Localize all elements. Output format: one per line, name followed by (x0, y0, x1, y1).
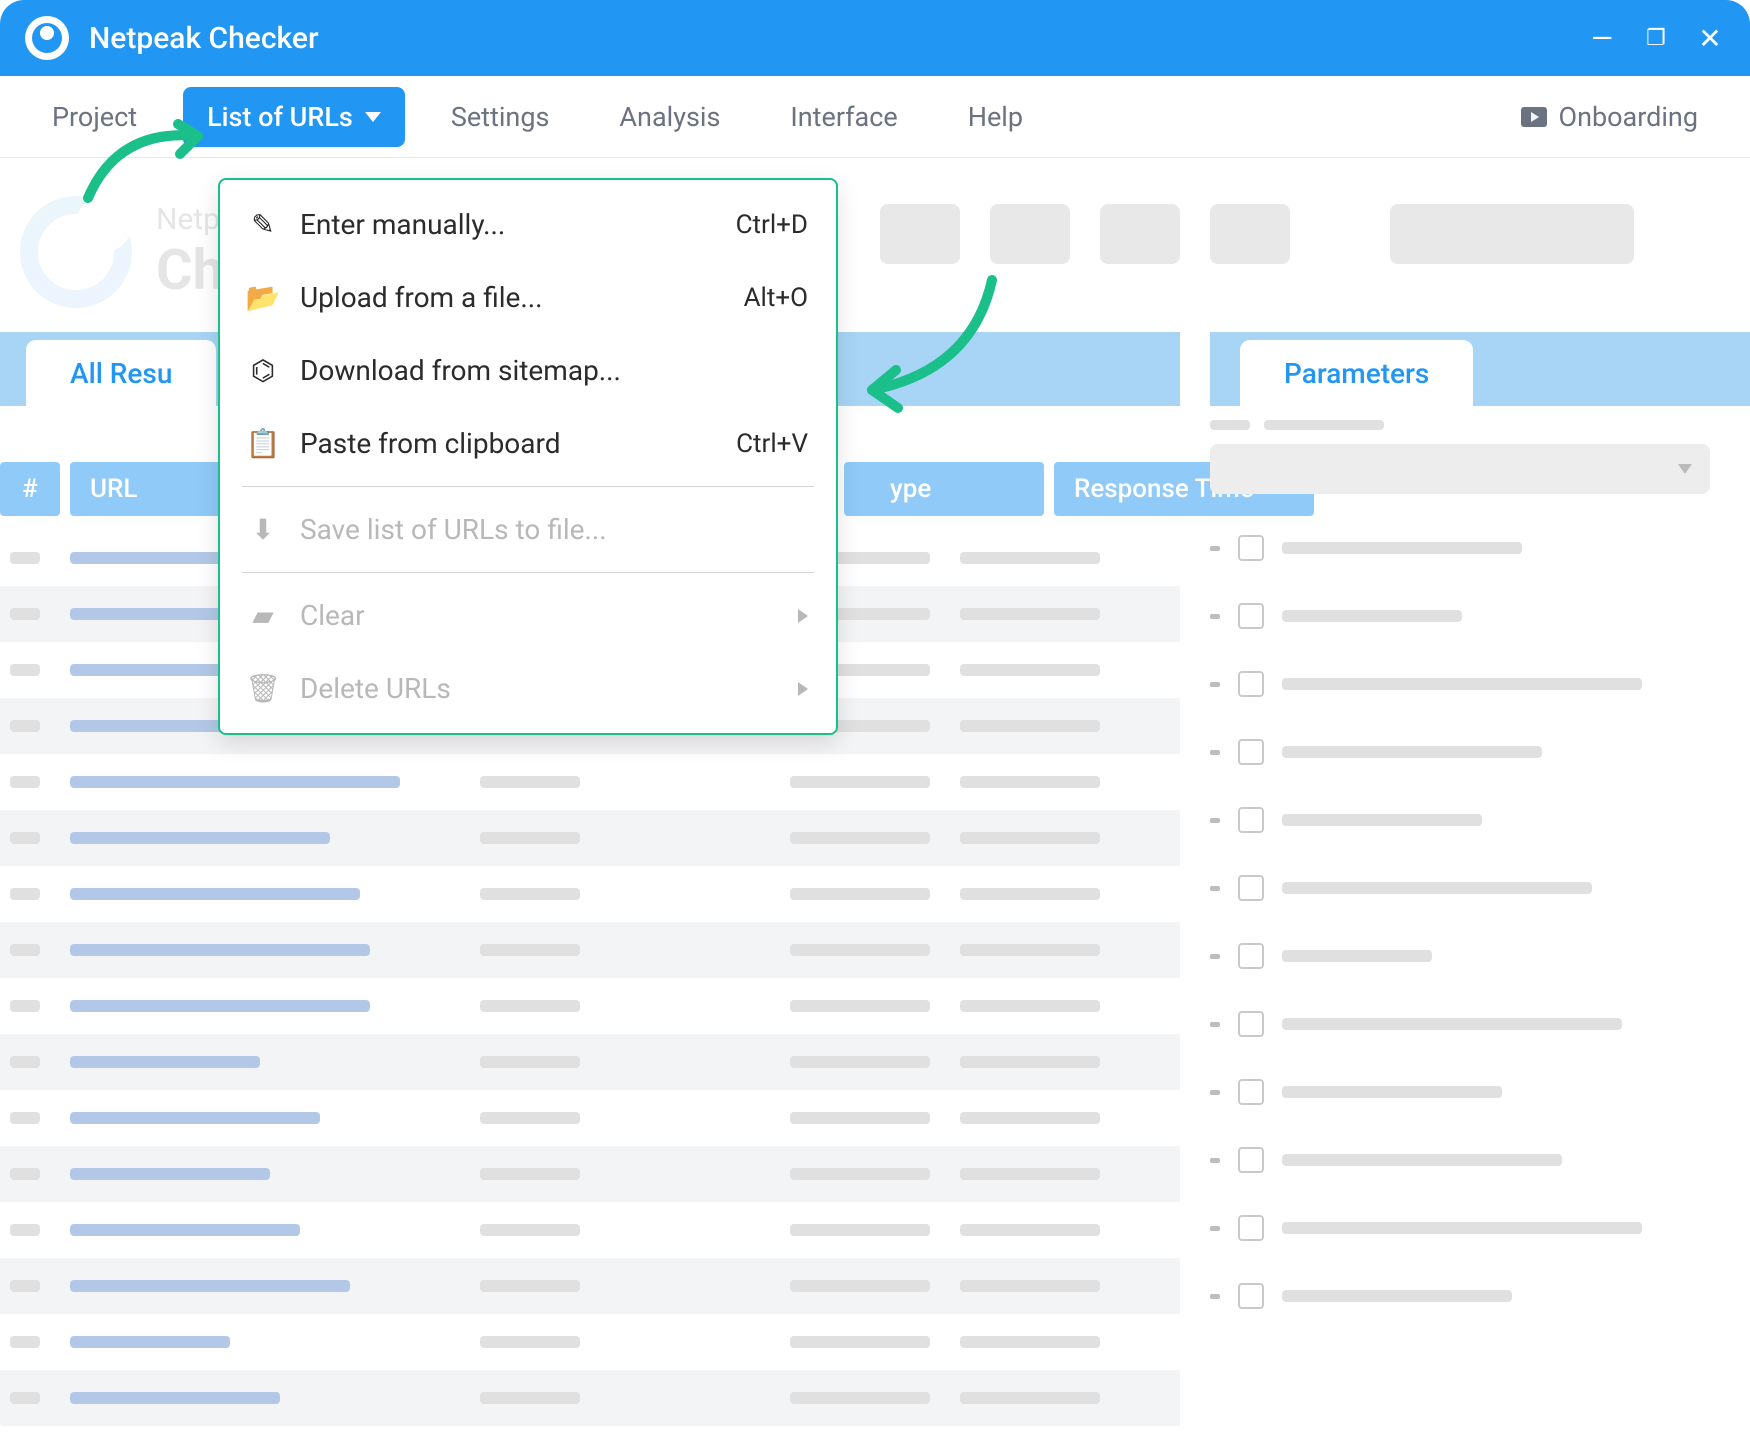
tab-all-results[interactable]: All Resu (26, 340, 216, 406)
trash-icon: 🗑 (248, 672, 278, 705)
checkbox-icon[interactable] (1238, 535, 1264, 561)
checkbox-icon[interactable] (1238, 603, 1264, 629)
toolbar-dropdown[interactable] (1390, 204, 1634, 264)
brand-logo-icon (20, 196, 132, 308)
video-icon (1521, 107, 1547, 127)
param-row[interactable] (1210, 514, 1730, 582)
toolbar-button[interactable] (990, 204, 1070, 264)
param-row[interactable] (1210, 922, 1730, 990)
checkbox-icon[interactable] (1238, 1079, 1264, 1105)
dropdown-enter-manually[interactable]: ✎ Enter manually... Ctrl+D (220, 188, 836, 261)
toolbar-button[interactable] (1210, 204, 1290, 264)
window-title: Netpeak Checker (89, 21, 1587, 56)
chevron-down-icon (365, 112, 381, 122)
menu-analysis[interactable]: Analysis (595, 87, 744, 147)
table-row[interactable] (0, 1146, 1180, 1202)
app-brand: Netpe Ch (20, 196, 236, 308)
eraser-icon: ▰ (248, 599, 278, 632)
table-row[interactable] (0, 866, 1180, 922)
maximize-button[interactable]: ❐ (1641, 23, 1671, 53)
close-button[interactable]: ✕ (1695, 23, 1725, 53)
menubar: Project List of URLs Settings Analysis I… (0, 76, 1750, 158)
checkbox-icon[interactable] (1238, 1215, 1264, 1241)
chevron-right-icon (798, 682, 808, 696)
menu-help[interactable]: Help (944, 87, 1047, 147)
param-row[interactable] (1210, 582, 1730, 650)
dropdown-download-sitemap[interactable]: ⌬ Download from sitemap... (220, 334, 836, 407)
titlebar: Netpeak Checker — ❐ ✕ (0, 0, 1750, 76)
checkbox-icon[interactable] (1238, 671, 1264, 697)
param-row[interactable] (1210, 1194, 1730, 1262)
param-row[interactable] (1210, 650, 1730, 718)
list-of-urls-dropdown: ✎ Enter manually... Ctrl+D 📂 Upload from… (218, 178, 838, 735)
chevron-right-icon (798, 609, 808, 623)
edit-icon: ✎ (248, 208, 278, 241)
table-row[interactable] (0, 978, 1180, 1034)
menu-interface[interactable]: Interface (766, 87, 921, 147)
checkbox-icon[interactable] (1238, 875, 1264, 901)
checkbox-icon[interactable] (1238, 1283, 1264, 1309)
param-row[interactable] (1210, 854, 1730, 922)
menu-onboarding[interactable]: Onboarding (1497, 87, 1723, 147)
app-logo-icon (25, 16, 69, 60)
table-row[interactable] (0, 1370, 1180, 1426)
th-number[interactable]: # (0, 462, 60, 516)
toolbar-button[interactable] (1100, 204, 1180, 264)
param-row[interactable] (1210, 1126, 1730, 1194)
sitemap-icon: ⌬ (248, 354, 278, 387)
param-row[interactable] (1210, 786, 1730, 854)
param-row[interactable] (1210, 718, 1730, 786)
table-row[interactable] (0, 1034, 1180, 1090)
dropdown-save-list: ⬇ Save list of URLs to file... (220, 493, 836, 566)
checkbox-icon[interactable] (1238, 739, 1264, 765)
parameters-panel (1210, 420, 1730, 1330)
toolbar-button[interactable] (880, 204, 960, 264)
param-row[interactable] (1210, 1262, 1730, 1330)
toolbar-placeholders (880, 204, 1634, 264)
dropdown-upload-file[interactable]: 📂 Upload from a file... Alt+O (220, 261, 836, 334)
param-row[interactable] (1210, 990, 1730, 1058)
annotation-arrow-icon (78, 118, 218, 208)
table-row[interactable] (0, 1258, 1180, 1314)
dropdown-paste-clipboard[interactable]: 📋 Paste from clipboard Ctrl+V (220, 407, 836, 480)
checkbox-icon[interactable] (1238, 1011, 1264, 1037)
table-row[interactable] (0, 1090, 1180, 1146)
th-type[interactable]: ype (844, 462, 1044, 516)
menu-settings[interactable]: Settings (427, 87, 574, 147)
table-row[interactable] (0, 922, 1180, 978)
download-icon: ⬇ (248, 513, 278, 546)
parameters-search[interactable] (1210, 444, 1710, 494)
clipboard-icon: 📋 (248, 427, 278, 460)
annotation-arrow-icon (852, 270, 1012, 430)
dropdown-clear: ▰ Clear (220, 579, 836, 652)
table-row[interactable] (0, 1202, 1180, 1258)
table-row[interactable] (0, 1314, 1180, 1370)
table-row[interactable] (0, 754, 1180, 810)
folder-open-icon: 📂 (248, 281, 278, 314)
checkbox-icon[interactable] (1238, 807, 1264, 833)
table-row[interactable] (0, 810, 1180, 866)
minimize-button[interactable]: — (1587, 23, 1617, 53)
tab-parameters[interactable]: Parameters (1240, 340, 1473, 406)
param-row[interactable] (1210, 1058, 1730, 1126)
checkbox-icon[interactable] (1238, 943, 1264, 969)
dropdown-delete-urls: 🗑 Delete URLs (220, 652, 836, 725)
checkbox-icon[interactable] (1238, 1147, 1264, 1173)
